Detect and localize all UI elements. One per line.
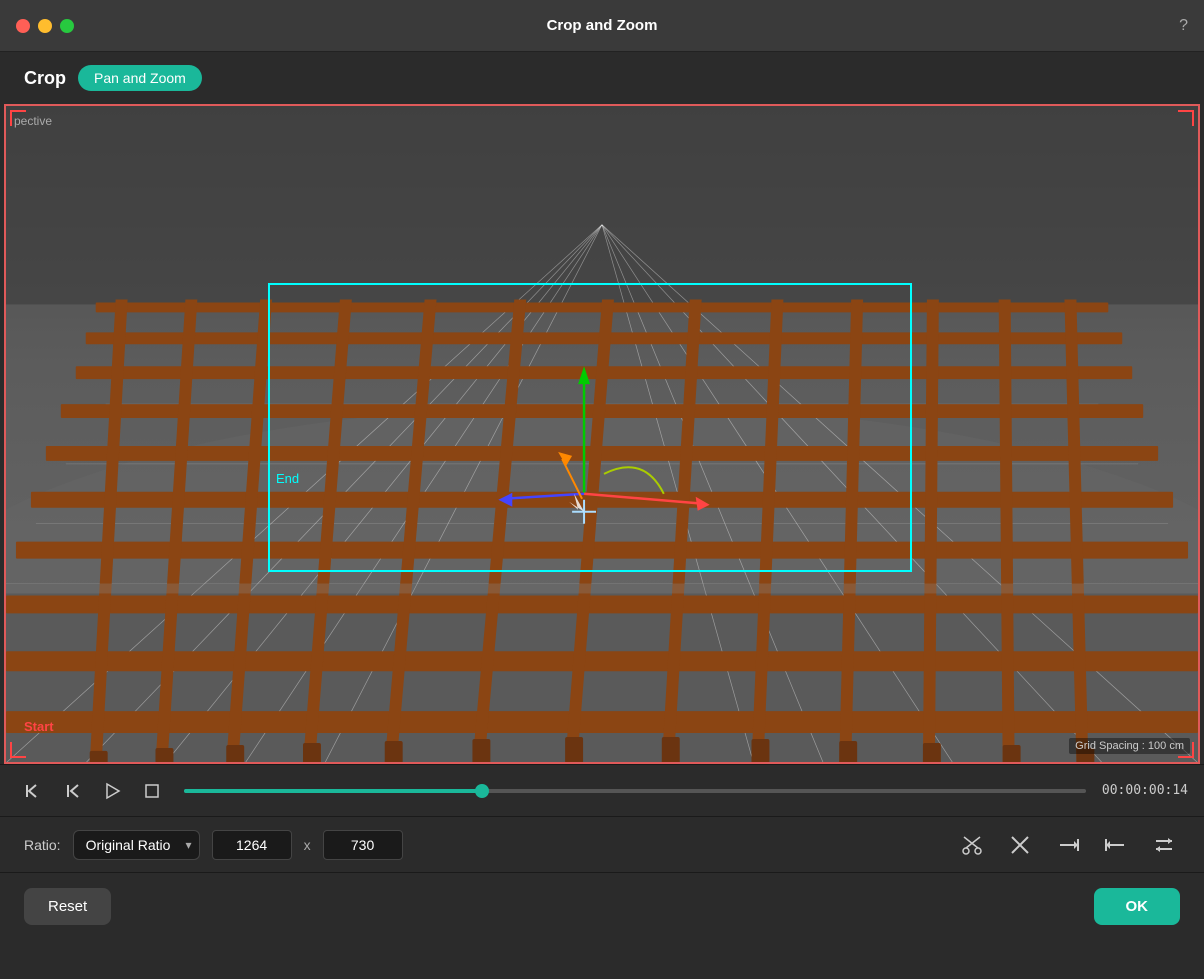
scrubber-fill	[184, 789, 482, 793]
outer-corner-tl	[10, 110, 26, 126]
align-left-button[interactable]	[1100, 829, 1132, 861]
tab-pan-zoom[interactable]: Pan and Zoom	[78, 65, 202, 91]
swap-button[interactable]	[1148, 829, 1180, 861]
outer-corner-tr	[1178, 110, 1194, 126]
timecode: 00:00:00:14	[1102, 783, 1188, 798]
remove-button[interactable]	[1004, 829, 1036, 861]
minimize-button[interactable]	[38, 19, 52, 33]
width-input[interactable]	[212, 830, 292, 860]
rewind-button[interactable]	[16, 775, 48, 807]
ratio-select[interactable]: Original Ratio 16:9 4:3 1:1 9:16 Custom	[73, 830, 200, 860]
x-separator: x	[304, 837, 311, 853]
ratio-label: Ratio:	[24, 837, 61, 853]
height-input[interactable]	[323, 830, 403, 860]
scrubber-track[interactable]	[184, 789, 1086, 793]
end-label: End	[276, 471, 299, 486]
ratio-bar: Ratio: Original Ratio 16:9 4:3 1:1 9:16 …	[0, 816, 1204, 872]
close-button[interactable]	[16, 19, 30, 33]
stop-button[interactable]	[136, 775, 168, 807]
tab-crop[interactable]: Crop	[24, 64, 66, 93]
titlebar: Crop and Zoom ?	[0, 0, 1204, 52]
tabbar: Crop Pan and Zoom	[0, 52, 1204, 104]
maximize-button[interactable]	[60, 19, 74, 33]
grid-spacing-label: Grid Spacing : 100 cm	[1069, 738, 1190, 754]
help-icon[interactable]: ?	[1179, 17, 1188, 35]
video-container: pective Start End Grid Spacing : 100 cm	[4, 104, 1200, 764]
ratio-select-wrapper[interactable]: Original Ratio 16:9 4:3 1:1 9:16 Custom	[73, 830, 200, 860]
bottom-bar: Reset OK	[0, 872, 1204, 940]
window-controls	[16, 19, 74, 33]
crop-scissors-button[interactable]	[956, 829, 988, 861]
outer-corner-bl	[10, 742, 26, 758]
scrubber-thumb[interactable]	[475, 784, 489, 798]
scene-svg	[6, 106, 1198, 762]
reset-button[interactable]: Reset	[24, 888, 111, 925]
align-right-button[interactable]	[1052, 829, 1084, 861]
ratio-actions	[956, 829, 1180, 861]
ok-button[interactable]: OK	[1094, 888, 1181, 925]
scrubber-container[interactable]	[184, 789, 1086, 793]
step-back-button[interactable]	[56, 775, 88, 807]
window-title: Crop and Zoom	[547, 17, 658, 34]
play-button[interactable]	[96, 775, 128, 807]
transport-bar: 00:00:00:14	[0, 764, 1204, 816]
start-label: Start	[24, 719, 54, 734]
